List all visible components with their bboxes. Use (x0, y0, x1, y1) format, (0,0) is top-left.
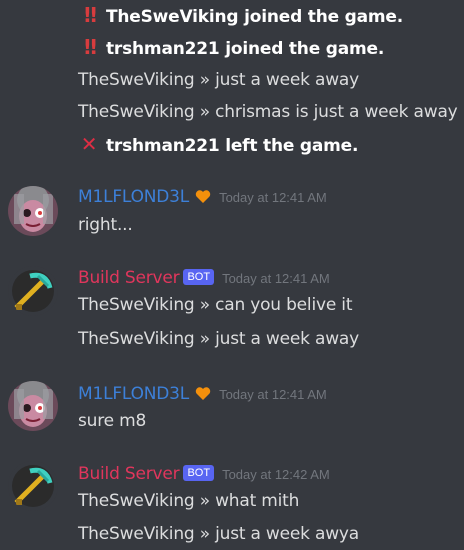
message-line: TheSweViking » can you belive it (78, 295, 353, 315)
message-line: TheSweViking » just a week awya (78, 524, 360, 544)
system-message-text: trshman221 left the game. (106, 136, 359, 156)
orange-heart-icon (195, 385, 211, 407)
timestamp: Today at 12:41 AM (219, 190, 327, 205)
orange-heart-icon (195, 188, 211, 210)
message-line: right... (78, 215, 133, 235)
system-message-text: trshman221 joined the game. (106, 39, 385, 59)
bot-badge: BOT (183, 465, 215, 481)
avatar[interactable] (8, 461, 58, 511)
timestamp: Today at 12:42 AM (222, 467, 330, 482)
message-header: M1LFLOND3L Today at 12:41 AM (78, 383, 327, 407)
system-message: ✕ trshman221 left the game. (78, 132, 359, 157)
timestamp: Today at 12:41 AM (222, 271, 330, 286)
double-exclamation-icon: ‼ (84, 3, 97, 27)
chat-messages: ‼ TheSweViking joined the game. ‼ trshman2… (0, 0, 464, 550)
system-message: ‼ trshman221 joined the game. (78, 36, 384, 60)
username[interactable]: Build Server (78, 268, 180, 288)
username[interactable]: M1LFLOND3L (78, 384, 189, 404)
message-header: Build Server BOT Today at 12:42 AM (78, 463, 330, 486)
bot-badge: BOT (183, 269, 215, 285)
avatar[interactable] (8, 266, 58, 316)
username[interactable]: Build Server (78, 464, 180, 484)
double-exclamation-icon: ‼ (84, 35, 97, 59)
cross-mark-icon: ✕ (80, 132, 98, 156)
message-line: TheSweViking » just a week away (78, 329, 360, 349)
message-line: sure m8 (78, 411, 147, 431)
message-header: M1LFLOND3L Today at 12:41 AM (78, 186, 327, 210)
message-header: Build Server BOT Today at 12:41 AM (78, 267, 330, 290)
message-line: TheSweViking » just a week away (78, 70, 360, 90)
system-message: ‼ TheSweViking joined the game. (78, 4, 403, 28)
system-message-text: TheSweViking joined the game. (106, 7, 403, 27)
message-line: TheSweViking » chrismas is just a week a… (78, 102, 458, 122)
username[interactable]: M1LFLOND3L (78, 187, 189, 207)
message-line: TheSweViking » what mith (78, 491, 300, 511)
timestamp: Today at 12:41 AM (219, 387, 327, 402)
avatar[interactable] (8, 381, 58, 431)
avatar[interactable] (8, 186, 58, 236)
